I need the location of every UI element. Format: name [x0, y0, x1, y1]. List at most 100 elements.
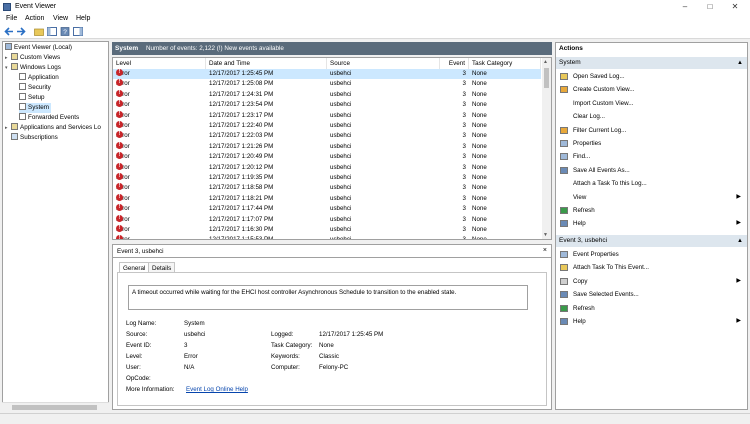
- show-hide-tree-icon[interactable]: [47, 27, 57, 36]
- menu-help[interactable]: Help: [76, 15, 90, 22]
- actions-section-system[interactable]: System ▲: [556, 57, 747, 69]
- action-attach-a-task-to-this-log[interactable]: Attach a Task To this Log...: [556, 177, 747, 190]
- table-row[interactable]: !Error 12/17/2017 1:24:31 PM usbehci 3 None: [113, 89, 541, 100]
- event-id-value: 3: [184, 342, 188, 349]
- cell-level: !Error: [116, 152, 130, 162]
- action-event-properties[interactable]: Event Properties: [556, 248, 747, 261]
- error-icon: !: [116, 141, 123, 149]
- scroll-up-icon[interactable]: ▲: [543, 59, 548, 65]
- table-row[interactable]: ! Error 12/17/2017 1:22:40 PM usbehci 3 None: [113, 121, 541, 131]
- maximize-button[interactable]: □: [701, 1, 719, 12]
- action-copy[interactable]: Copy ▶: [556, 275, 747, 288]
- cell-source: usbehci: [330, 122, 352, 129]
- action-clear-log[interactable]: Clear Log...: [556, 110, 747, 123]
- action-save-selected-events[interactable]: Save Selected Events...: [556, 288, 747, 301]
- cell-task-category: None: [472, 122, 487, 129]
- action-import-custom-view[interactable]: Import Custom View...: [556, 97, 747, 110]
- column-header-task-category[interactable]: Task Category: [469, 58, 541, 69]
- close-button[interactable]: ✕: [726, 1, 744, 12]
- show-hide-action-pane-icon[interactable]: [73, 27, 83, 36]
- column-header-date-time[interactable]: Date and Time: [206, 58, 327, 69]
- action-open-saved-log[interactable]: Open Saved Log...: [556, 70, 747, 83]
- tree-node-application[interactable]: Application: [19, 73, 59, 83]
- cell-source: usbehci: [330, 215, 352, 223]
- column-header-event-id[interactable]: Event ID: [440, 58, 469, 78]
- column-header-level[interactable]: Level: [113, 58, 206, 69]
- event-log-online-help-link[interactable]: Event Log Online Help: [186, 386, 248, 393]
- task-category-value: None: [319, 342, 334, 349]
- cell-task-category: None: [472, 101, 487, 109]
- table-row[interactable]: ! Error 12/17/2017 1:19:35 PM usbehci 3 None: [113, 173, 541, 183]
- tree-node-custom-views[interactable]: ▸ Custom Views: [5, 53, 60, 63]
- table-row[interactable]: ! Error 12/17/2017 1:20:49 PM usbehci 3 None: [113, 152, 541, 162]
- forward-arrow-icon[interactable]: [16, 27, 26, 36]
- cell-task-category: None: [472, 184, 487, 192]
- cell-date-time: 12/17/2017 1:21:26 PM: [209, 142, 274, 150]
- action-attach-task-to-this-event[interactable]: Attach Task To This Event...: [556, 261, 747, 274]
- action-refresh[interactable]: Refresh: [556, 302, 747, 315]
- tree-node-applications-services[interactable]: ▸ Applications and Services Lo: [5, 123, 101, 133]
- refresh-icon: [560, 207, 568, 214]
- collapse-caret-icon[interactable]: ▲: [737, 235, 743, 247]
- attach-task-icon: [560, 264, 568, 272]
- action-refresh[interactable]: Refresh: [556, 204, 747, 217]
- table-row[interactable]: ! Error 12/17/2017 1:18:58 PM usbehci 3 None: [113, 183, 541, 193]
- tree-node-setup[interactable]: Setup: [19, 93, 44, 103]
- table-row[interactable]: !Error 12/17/2017 1:20:12 PM usbehci 3 None: [113, 162, 541, 173]
- action-save-all-events-as[interactable]: Save All Events As...: [556, 164, 747, 177]
- table-row[interactable]: ! Error 12/17/2017 1:16:30 PM usbehci 3 None: [113, 225, 541, 235]
- events-vertical-scrollbar[interactable]: ▲ ▼: [542, 58, 551, 239]
- actions-section-event[interactable]: Event 3, usbehci ▲: [556, 235, 747, 247]
- user-value: N/A: [184, 364, 195, 371]
- log-icon: [19, 73, 26, 80]
- tree-node-windows-logs[interactable]: ▾ Windows Logs: [5, 63, 61, 73]
- cell-event-id: 3: [462, 194, 466, 202]
- status-bar: [0, 413, 750, 424]
- table-row[interactable]: ! Error 12/17/2017 1:22:03 PM usbehci 3 None: [113, 131, 541, 141]
- collapse-caret-icon[interactable]: ▲: [737, 57, 743, 69]
- tree-node-subscriptions[interactable]: Subscriptions: [11, 133, 58, 143]
- table-row[interactable]: !Error 12/17/2017 1:15:53 PM usbehci 3 None: [113, 235, 541, 239]
- table-row[interactable]: ! Error 12/17/2017 1:25:45 PM usbehci 3 None: [113, 69, 541, 80]
- tree-horizontal-scrollbar[interactable]: [2, 402, 109, 411]
- scrollbar-thumb[interactable]: [12, 405, 97, 410]
- action-label: Help: [573, 318, 586, 325]
- back-arrow-icon[interactable]: [4, 27, 14, 36]
- error-icon: !: [116, 235, 123, 239]
- tree-node-system[interactable]: System: [19, 103, 51, 113]
- table-row[interactable]: !Error 12/17/2017 1:17:07 PM usbehci 3 None: [113, 214, 541, 225]
- tree-node-root[interactable]: Event Viewer (Local): [5, 43, 72, 53]
- logged-value: 12/17/2017 1:25:45 PM: [319, 331, 384, 338]
- table-row[interactable]: !Error 12/17/2017 1:23:17 PM usbehci 3 None: [113, 110, 541, 121]
- minimize-button[interactable]: –: [676, 1, 694, 12]
- action-filter-current-log[interactable]: Filter Current Log...: [556, 124, 747, 137]
- action-help[interactable]: Help ▶: [556, 217, 747, 230]
- action-find[interactable]: Find...: [556, 150, 747, 163]
- tree-node-security[interactable]: Security: [19, 83, 51, 93]
- action-help[interactable]: Help ▶: [556, 315, 747, 328]
- table-row[interactable]: ! Error 12/17/2017 1:17:44 PM usbehci 3 None: [113, 204, 541, 214]
- close-detail-icon[interactable]: ×: [543, 247, 547, 254]
- cell-level: !Error: [116, 173, 130, 183]
- action-properties[interactable]: Properties: [556, 137, 747, 150]
- event-message[interactable]: A timeout occurred while waiting for the…: [128, 285, 528, 310]
- action-create-custom-view[interactable]: Create Custom View...: [556, 83, 747, 96]
- menu-action[interactable]: Action: [25, 15, 44, 22]
- actions-title: Actions: [556, 43, 747, 55]
- tree-node-forwarded-events[interactable]: Forwarded Events: [19, 113, 79, 123]
- menu-file[interactable]: File: [6, 15, 17, 22]
- help-book-icon[interactable]: ?: [60, 27, 70, 36]
- table-row[interactable]: !Error 12/17/2017 1:21:26 PM usbehci 3 None: [113, 141, 541, 152]
- table-row[interactable]: ! Error 12/17/2017 1:25:08 PM usbehci 3 None: [113, 79, 541, 89]
- folder-up-icon[interactable]: [34, 27, 44, 36]
- cell-event-id: 3: [462, 132, 466, 140]
- menu-view[interactable]: View: [53, 15, 68, 22]
- table-row[interactable]: ! Error 12/17/2017 1:23:54 PM usbehci 3 None: [113, 100, 541, 110]
- action-view[interactable]: View ▶: [556, 191, 747, 204]
- table-row[interactable]: !Error 12/17/2017 1:18:21 PM usbehci 3 None: [113, 193, 541, 204]
- cell-date-time: 12/17/2017 1:18:58 PM: [209, 184, 274, 192]
- scroll-down-icon[interactable]: ▼: [543, 232, 548, 238]
- events-table: Level Date and Time Source Event ID Task…: [112, 57, 552, 240]
- column-header-source[interactable]: Source: [327, 58, 440, 69]
- scrollbar-thumb[interactable]: [544, 68, 549, 88]
